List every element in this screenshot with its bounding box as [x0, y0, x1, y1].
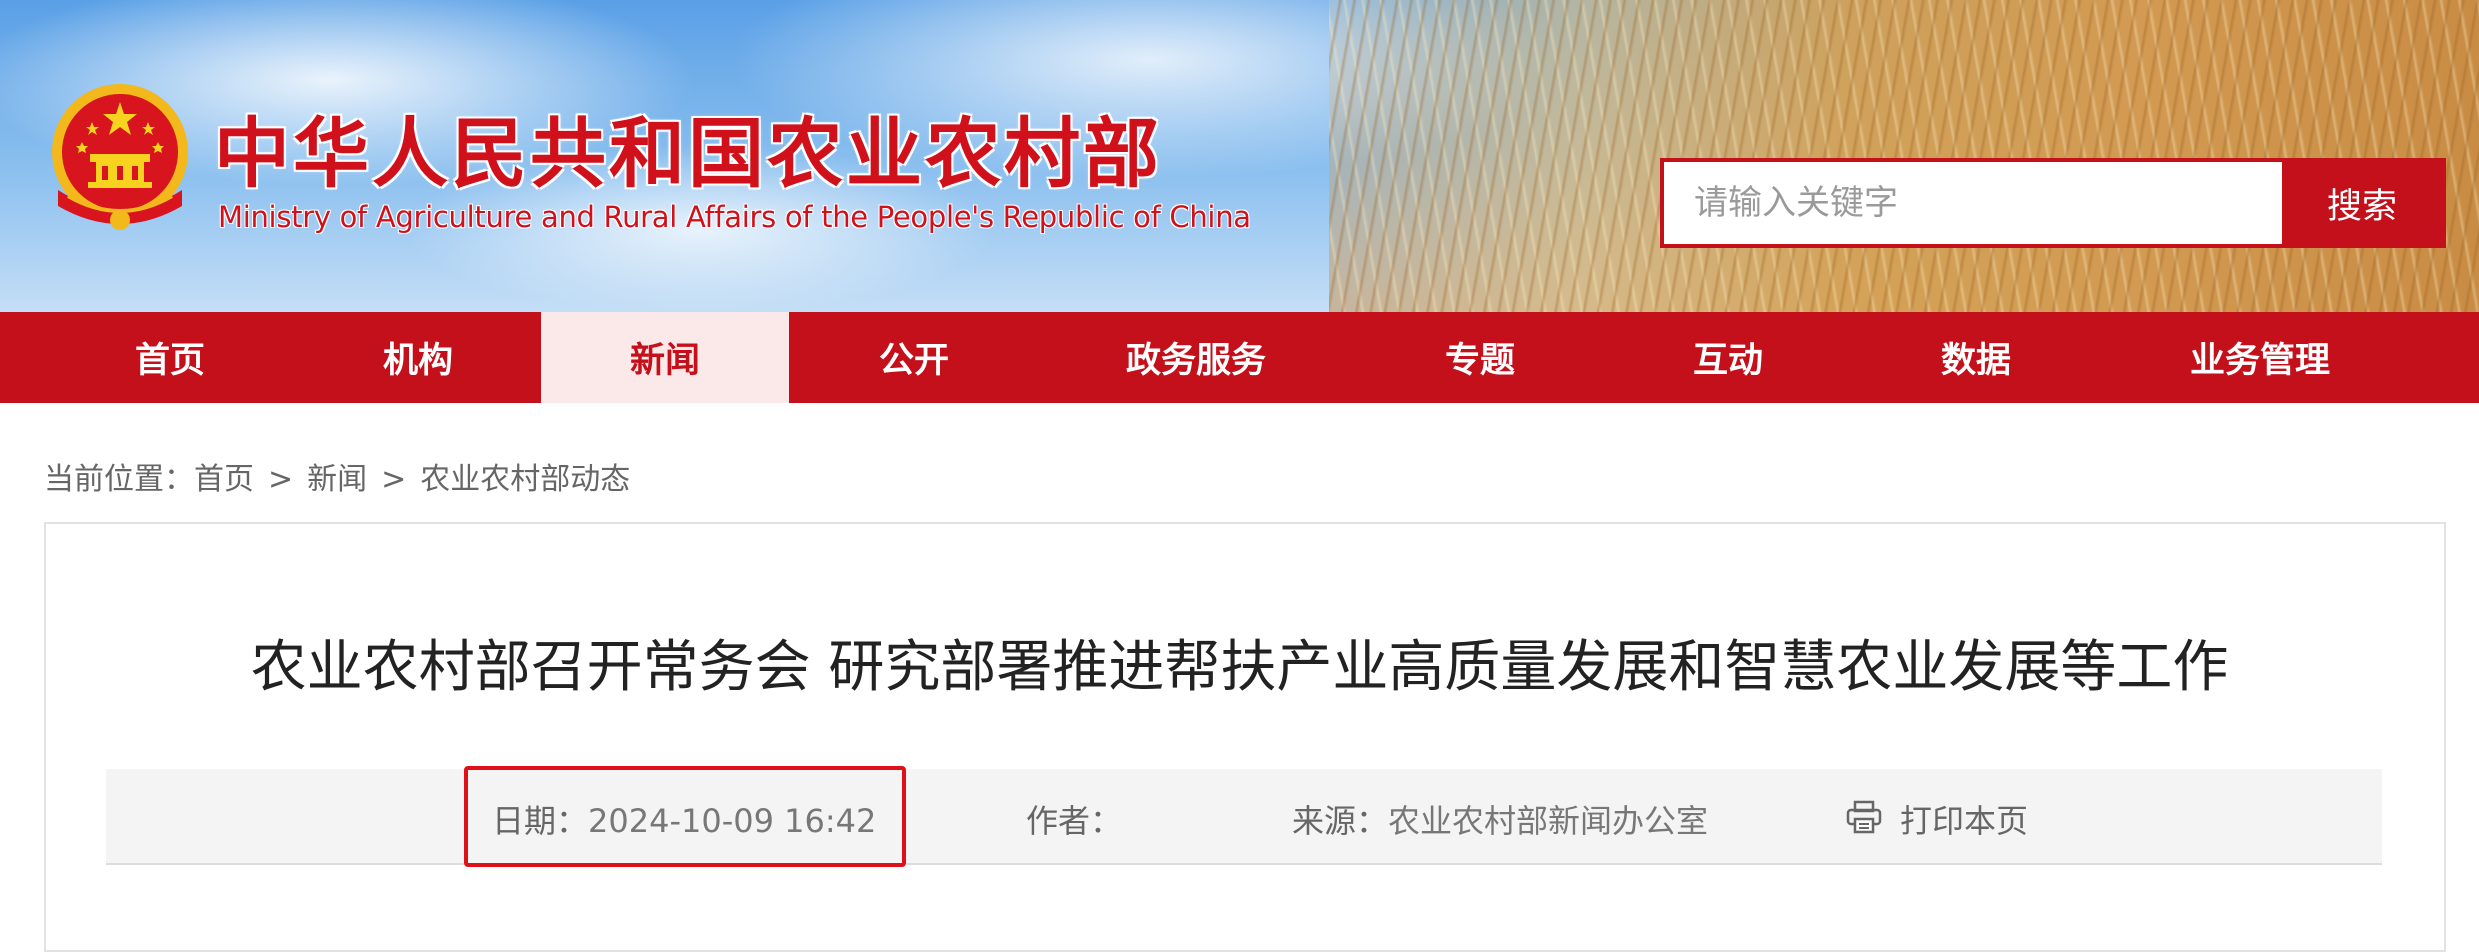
- search-button[interactable]: 搜索: [2282, 162, 2442, 244]
- nav-item-business-management[interactable]: 业务管理: [2160, 312, 2360, 403]
- search-input[interactable]: [1664, 162, 2282, 244]
- article-source: 来源：农业农村部新闻办公室: [1292, 796, 1708, 842]
- breadcrumb-link-news[interactable]: 新闻: [307, 462, 367, 497]
- source-label: 来源：: [1292, 802, 1389, 840]
- breadcrumb-link-home[interactable]: 首页: [194, 462, 254, 497]
- nav-item-government-services[interactable]: 政务服务: [1096, 312, 1296, 403]
- main-nav: 首页 机构 新闻 公开 政务服务 专题 互动 数据 业务管理: [0, 312, 2479, 403]
- article-meta-bar: [106, 769, 2382, 865]
- nav-item-data[interactable]: 数据: [1896, 312, 2056, 403]
- printer-icon[interactable]: [1846, 800, 1882, 834]
- breadcrumb-separator: >: [268, 462, 294, 497]
- nav-item-organization[interactable]: 机构: [338, 312, 498, 403]
- source-value: 农业农村部新闻办公室: [1388, 802, 1709, 840]
- breadcrumb-prefix: 当前位置：: [44, 462, 194, 497]
- nav-item-public[interactable]: 公开: [834, 312, 994, 403]
- article-container: [44, 522, 2446, 952]
- national-emblem-icon: [52, 84, 188, 230]
- nav-item-topics[interactable]: 专题: [1400, 312, 1560, 403]
- article-author: 作者：: [1026, 796, 1122, 842]
- site-title-en: Ministry of Agriculture and Rural Affair…: [218, 200, 1251, 234]
- nav-item-home[interactable]: 首页: [90, 312, 250, 403]
- article-title: 农业农村部召开常务会 研究部署推进帮扶产业高质量发展和智慧农业发展等工作: [250, 635, 2229, 700]
- author-label: 作者：: [1026, 802, 1123, 840]
- site-header-banner: 中华人民共和国农业农村部 Ministry of Agriculture and…: [0, 0, 2479, 312]
- breadcrumb-separator: >: [381, 462, 407, 497]
- breadcrumb: 当前位置：首页 > 新闻 > 农业农村部动态: [44, 454, 630, 498]
- search-box: 搜索: [1660, 158, 2446, 248]
- site-title-cn: 中华人民共和国农业农村部: [214, 109, 1162, 198]
- nav-item-news[interactable]: 新闻: [541, 312, 789, 403]
- date-highlight-box: [464, 766, 906, 867]
- breadcrumb-link-ministry-news[interactable]: 农业农村部动态: [420, 462, 630, 497]
- nav-item-interaction[interactable]: 互动: [1648, 312, 1808, 403]
- wheat-field-background: [1329, 0, 2479, 312]
- print-page-link[interactable]: 打印本页: [1900, 796, 2028, 842]
